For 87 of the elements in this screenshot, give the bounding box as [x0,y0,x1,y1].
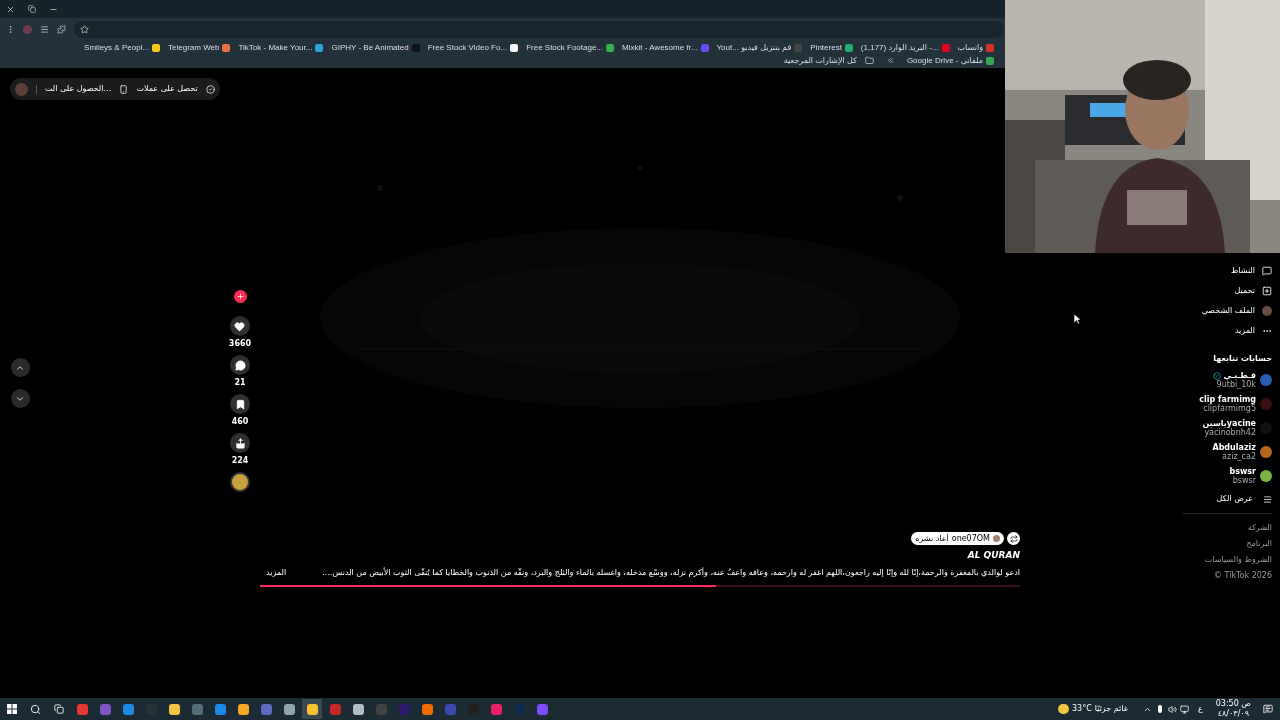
mouse-cursor-icon [1074,314,1081,324]
post-title: AL QURAN [967,549,1020,562]
bookmark-icon [234,398,246,410]
account-avatar[interactable] [1260,446,1272,458]
account-name[interactable]: ياسينyacine [1202,419,1256,428]
bookmark-link[interactable]: Free Stock Footage... [526,42,604,53]
bookmark-link[interactable]: Google Drive - ملفاتي [906,55,983,66]
plus-icon [235,292,245,301]
progress-track[interactable] [260,584,1020,587]
account-handle: 9utbi_10k [1216,380,1256,389]
count-label: 3660 [228,338,252,350]
next-video-button[interactable] [10,389,30,408]
chevron-icon[interactable] [885,56,895,65]
volume-icon[interactable] [1167,704,1177,714]
bookmark-link[interactable]: Smileys & Peopl... [84,42,150,53]
account-handle: aziz_ca2 [1222,452,1256,461]
account-name[interactable]: clip farmimg [1199,395,1256,404]
phone-icon [119,84,129,94]
bookmark-link[interactable]: GIPHY - Be Animated [331,42,409,53]
previous-video-button[interactable] [10,358,30,377]
comment-button[interactable] [230,355,250,375]
temperature-label[interactable]: 33°C [1072,703,1092,715]
bookmark-link[interactable]: Yout... قم بتنزيل فيديو [716,42,792,53]
account-name[interactable]: bswsr [1229,467,1256,476]
footer-link[interactable]: البرنامج [1246,538,1272,550]
clock-time[interactable]: 03:50 ص [1215,699,1251,709]
account-handle: bswsr [1232,476,1256,485]
get-coins-link[interactable]: تحصل على عملات [136,83,198,95]
restore-icon[interactable] [28,5,36,13]
count-label: 21 [234,377,246,389]
windows-logo-icon[interactable] [7,704,17,714]
extensions-icon[interactable] [57,24,66,34]
count-label: 460 [231,416,249,428]
sidebar-nav-item[interactable]: تحميل [1234,285,1255,297]
star-icon[interactable] [80,24,89,34]
weather-label[interactable]: غائم جزئيًا [1094,703,1128,715]
get-app-link[interactable]: الحصول على الت… [45,83,112,95]
bookmark-button[interactable] [230,394,250,414]
footer-link[interactable]: الشروط والسياسات [1204,554,1272,566]
network-icon[interactable] [1179,704,1189,714]
clock-date[interactable]: ٤٨/٠٣/٠٩ [1217,709,1249,719]
folder-icon[interactable] [864,56,874,65]
message-icon[interactable] [1262,266,1272,276]
speech-bubble-icon [234,359,246,371]
close-icon[interactable] [6,4,15,14]
bookmark-link[interactable]: (1,177) البريد الوارد -... [860,42,939,53]
plus-square-icon[interactable] [1262,286,1272,296]
weather-icon[interactable] [1058,704,1069,714]
reading-list-icon[interactable] [40,24,49,34]
bookmark-link[interactable]: Mixkit - Awesome fr... [622,42,698,53]
taskbar-app-icon[interactable] [302,699,322,719]
list-icon [1263,494,1272,504]
sidebar-nav-item[interactable]: المزيد [1234,325,1255,337]
search-icon[interactable] [30,703,41,715]
account-avatar[interactable] [1260,470,1272,482]
post-description: ادعو لوالدي بالمغفرة والرحمة،إنّا لله وإنّا إليه راجعون،اللهم اغفر له وارحمه، وعافه واعفُ عنه، وأكرم نزله، ووسّع مدخله، واغسله بالماء والثلج والبرد، ونقّه من الذنوب والخطايا كما يُنقّى الثوب الأبيض من الدنس.... [321,566,1020,578]
menu-icon[interactable] [6,24,15,34]
share-button[interactable] [230,433,250,453]
microphone-icon[interactable] [1157,705,1162,713]
bookmark-link[interactable]: Pinterest [810,42,842,53]
bookmark-link[interactable]: واتساب [957,42,983,53]
profile-avatar[interactable] [1262,306,1272,316]
notifications-icon[interactable] [1263,704,1273,714]
bookmark-link[interactable]: Telegram Web [168,42,220,53]
task-view-icon[interactable] [54,704,64,714]
follow-button[interactable] [233,290,247,303]
like-button[interactable] [230,316,250,336]
repost-icon [1007,532,1020,545]
sidebar-nav-item[interactable]: الملف الشخصي [1201,305,1255,317]
count-label: 224 [231,455,249,467]
account-name[interactable]: Abdulaziz [1212,443,1256,452]
sidebar-nav-item[interactable]: النشاط [1230,265,1255,277]
coin-icon [205,84,215,94]
language-indicator[interactable]: ع [1197,703,1203,715]
bookmark-link[interactable]: Free Stock Video Fo... [427,42,508,53]
bookmark-link[interactable]: TikTok - Make Your... [238,42,313,53]
heart-icon [234,320,246,332]
account-name[interactable]: قـطـبـي [1223,371,1256,380]
all-bookmarks-label[interactable]: كل الإشارات المرجعية [783,55,857,66]
account-handle: clipfarmimg5 [1203,404,1256,413]
following-heading: حسابات تتابعها [1213,353,1272,365]
footer-link[interactable]: الشركة [1247,522,1272,534]
share-arrow-icon [234,437,246,449]
footer-link[interactable]: © TikTok 2026 [1214,570,1272,582]
more-link[interactable]: المزيد [266,566,287,578]
see-all-link[interactable]: عرض الكل [1216,493,1253,505]
account-handle: yacinobnh42 [1204,428,1256,437]
